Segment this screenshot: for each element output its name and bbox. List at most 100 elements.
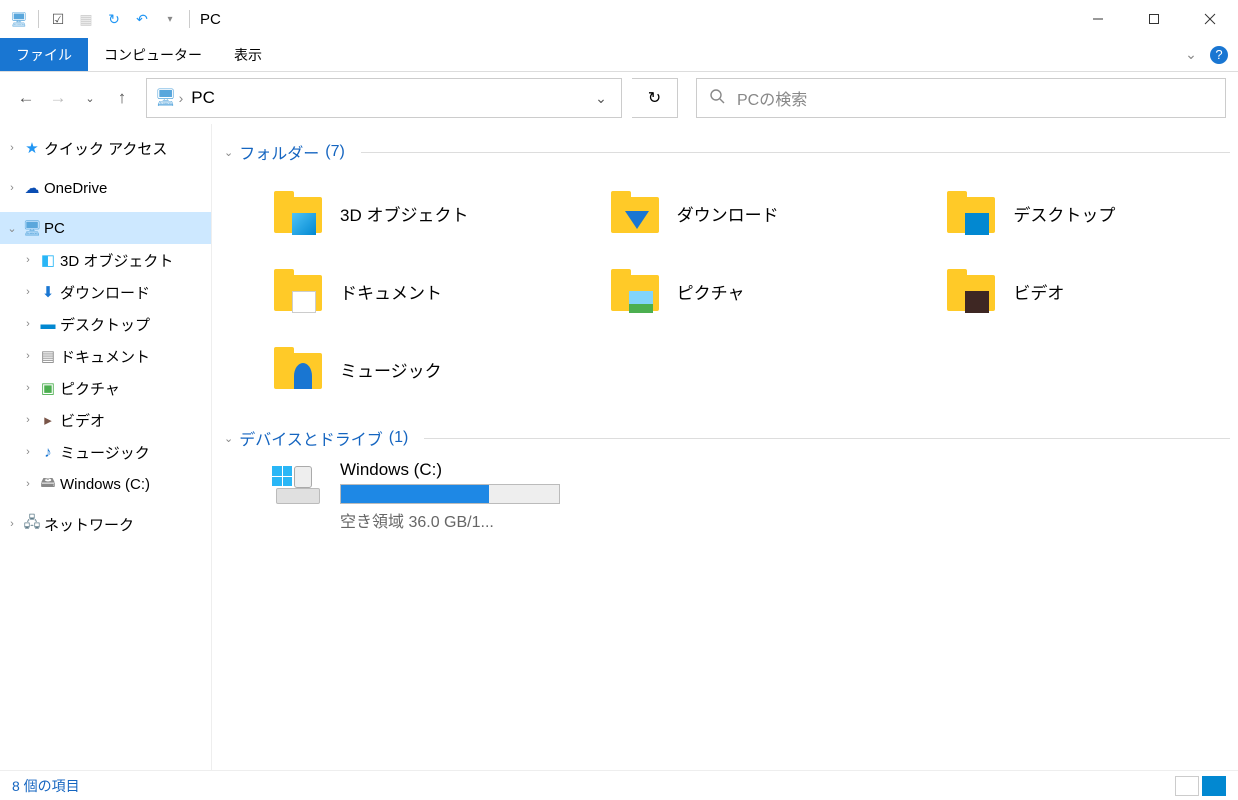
address-bar[interactable]: 🖥 › PC ⌄ (146, 78, 622, 118)
tab-computer[interactable]: コンピューター (88, 38, 218, 71)
up-button[interactable]: ↑ (108, 84, 136, 112)
folder-desktop[interactable]: デスクトップ (893, 174, 1230, 252)
divider (424, 438, 1230, 439)
tree-quick-access[interactable]: › ★ クイック アクセス (0, 132, 211, 164)
tree-videos[interactable]: › ▸ ビデオ (0, 404, 211, 436)
minimize-button[interactable] (1070, 0, 1126, 38)
music-icon: ♪ (38, 442, 58, 462)
tree-label: ドキュメント (60, 346, 150, 367)
navigation-bar: ← → ⌄ ↑ 🖥 › PC ⌄ ↻ PCの検索 (0, 72, 1238, 124)
qat-dropdown-icon[interactable]: ▾ (157, 6, 183, 32)
refresh-button[interactable]: ↻ (632, 78, 678, 118)
tree-music[interactable]: › ♪ ミュージック (0, 436, 211, 468)
folder-videos-icon (943, 263, 999, 319)
pc-icon: 🖥 (155, 88, 177, 108)
group-label: フォルダー (239, 140, 319, 164)
expander-icon[interactable]: › (4, 518, 20, 530)
search-icon (709, 88, 725, 109)
pc-title-icon: 🖥 (6, 6, 32, 32)
refresh-icon: ↻ (648, 88, 661, 108)
expander-icon[interactable]: › (20, 350, 36, 362)
expander-icon[interactable]: › (20, 382, 36, 394)
tree-pc[interactable]: ⌄ 🖥 PC (0, 212, 211, 244)
tree-cdrive[interactable]: › 🖴 Windows (C:) (0, 468, 211, 500)
tree-label: OneDrive (44, 180, 107, 197)
expander-icon[interactable]: › (20, 318, 36, 330)
ribbon-expand[interactable]: ⌄ (1182, 38, 1210, 71)
folder-music[interactable]: ミュージック (220, 330, 557, 408)
drive-usage-bar (340, 484, 560, 504)
tree-label: クイック アクセス (44, 138, 167, 159)
drive-usage-fill (341, 485, 489, 503)
group-header-drives[interactable]: ⌄ デバイスとドライブ (1) (224, 426, 1230, 450)
status-bar: 8 個の項目 (0, 770, 1238, 800)
qat-disabled-icon: ▦ (73, 6, 99, 32)
group-header-folders[interactable]: ⌄ フォルダー (7) (224, 140, 1230, 164)
cloud-icon: ☁ (22, 178, 42, 198)
redo-icon[interactable]: ↻ (101, 6, 127, 32)
expander-icon[interactable]: › (20, 414, 36, 426)
expander-icon[interactable]: › (4, 142, 20, 154)
folder-label: ビデオ (1013, 279, 1064, 304)
tree-label: Windows (C:) (60, 476, 150, 493)
tree-label: ネットワーク (44, 514, 134, 535)
folder-3d-objects[interactable]: 3D オブジェクト (220, 174, 557, 252)
tree-label: デスクトップ (60, 314, 150, 335)
history-dropdown[interactable]: ⌄ (76, 84, 104, 112)
desktop-icon: ▬ (38, 314, 58, 334)
folder-videos[interactable]: ビデオ (893, 252, 1230, 330)
expander-icon[interactable]: › (20, 446, 36, 458)
folder-downloads[interactable]: ダウンロード (557, 174, 894, 252)
tree-network[interactable]: › 🖧 ネットワーク (0, 508, 211, 540)
view-tiles-button[interactable] (1202, 776, 1226, 796)
tree-label: ダウンロード (60, 282, 150, 303)
drive-free-space: 空き領域 36.0 GB/1... (340, 508, 560, 532)
tree-label: ピクチャ (60, 378, 120, 399)
tree-downloads[interactable]: › ⬇ ダウンロード (0, 276, 211, 308)
expander-icon[interactable]: › (20, 254, 36, 266)
breadcrumb-pc[interactable]: PC (185, 88, 221, 108)
qat-properties-icon[interactable]: ☑ (45, 6, 71, 32)
close-button[interactable] (1182, 0, 1238, 38)
folder-documents[interactable]: ドキュメント (220, 252, 557, 330)
title-bar: 🖥 ☑ ▦ ↻ ↶ ▾ PC (0, 0, 1238, 38)
help-icon: ? (1210, 46, 1228, 64)
drive-name: Windows (C:) (340, 460, 560, 480)
divider (361, 152, 1230, 153)
pictures-icon: ▣ (38, 378, 58, 398)
tree-3d-objects[interactable]: › ◧ 3D オブジェクト (0, 244, 211, 276)
forward-button[interactable]: → (44, 84, 72, 112)
tree-desktop[interactable]: › ▬ デスクトップ (0, 308, 211, 340)
expander-icon[interactable]: › (20, 478, 36, 490)
group-count: (7) (325, 143, 345, 161)
back-button[interactable]: ← (12, 84, 40, 112)
search-placeholder: PCの検索 (737, 86, 807, 110)
star-icon: ★ (22, 138, 42, 158)
search-box[interactable]: PCの検索 (696, 78, 1226, 118)
divider (189, 10, 190, 28)
undo-icon[interactable]: ↶ (129, 6, 155, 32)
tab-view[interactable]: 表示 (218, 38, 278, 71)
tree-onedrive[interactable]: › ☁ OneDrive (0, 172, 211, 204)
folder-pictures[interactable]: ピクチャ (557, 252, 894, 330)
drive-c[interactable]: Windows (C:) 空き領域 36.0 GB/1... (220, 460, 560, 532)
view-details-button[interactable] (1175, 776, 1199, 796)
chevron-down-icon: ⌄ (224, 432, 233, 445)
close-icon (1204, 13, 1216, 25)
address-dropdown-icon[interactable]: ⌄ (589, 90, 613, 107)
expander-icon[interactable]: ⌄ (4, 222, 20, 235)
tree-pictures[interactable]: › ▣ ピクチャ (0, 372, 211, 404)
cube-icon: ◧ (38, 250, 58, 270)
folder-label: 3D オブジェクト (340, 201, 468, 226)
tab-file[interactable]: ファイル (0, 38, 88, 71)
tree-documents[interactable]: › ▤ ドキュメント (0, 340, 211, 372)
pc-icon: 🖥 (22, 218, 42, 238)
tree-label: 3D オブジェクト (60, 250, 173, 271)
folder-downloads-icon (607, 185, 663, 241)
folder-label: ミュージック (340, 357, 442, 382)
expander-icon[interactable]: › (4, 182, 20, 194)
expander-icon[interactable]: › (20, 286, 36, 298)
status-item-count: 8 個の項目 (12, 776, 80, 796)
help-button[interactable]: ? (1210, 38, 1238, 71)
maximize-button[interactable] (1126, 0, 1182, 38)
